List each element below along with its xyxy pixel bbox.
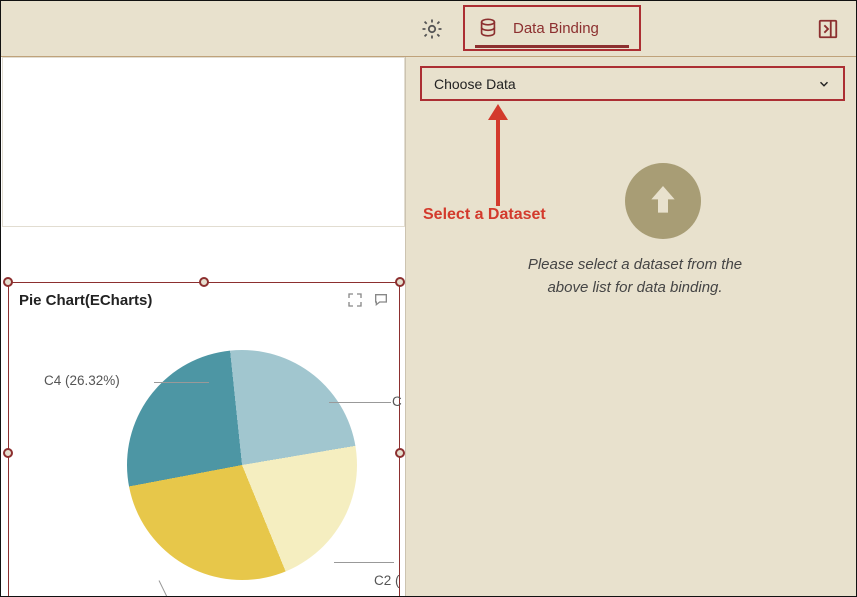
chart-widget-actions [347, 292, 389, 308]
pie-chart [116, 339, 369, 592]
pie-leader-c2 [334, 562, 394, 563]
collapse-panel-button[interactable] [812, 13, 844, 45]
annotation-arrow [495, 104, 501, 206]
maximize-icon[interactable] [347, 292, 363, 308]
canvas-placeholder-widget[interactable] [2, 57, 405, 227]
collapse-right-icon [817, 18, 839, 40]
pie-chart-widget[interactable]: Pie Chart(ECharts) [8, 282, 400, 597]
resize-handle-nw[interactable] [3, 277, 13, 287]
resize-handle-n[interactable] [199, 277, 209, 287]
tab-underline [475, 45, 629, 48]
database-icon [477, 17, 499, 39]
pie-leader-c1 [329, 402, 391, 403]
hint-line1: Please select a dataset from the [528, 256, 742, 273]
settings-button[interactable] [416, 13, 448, 45]
chart-widget-title: Pie Chart(ECharts) [19, 292, 152, 309]
pie-chart-body: C4 (26.32%) C C2 ( C3 (28.2%) [9, 317, 399, 597]
data-binding-tab-label: Data Binding [513, 20, 599, 37]
app-frame: Data Binding Pie Chart(ECharts) [0, 0, 857, 597]
pie-label-c2: C2 ( [374, 573, 400, 588]
top-toolbar: Data Binding [1, 1, 856, 57]
chevron-down-icon [817, 77, 831, 91]
pie-label-c1: C [392, 394, 402, 409]
resize-handle-ne[interactable] [395, 277, 405, 287]
pie-label-c4: C4 (26.32%) [44, 373, 120, 388]
upload-arrow-icon [643, 181, 683, 221]
chart-widget-header: Pie Chart(ECharts) [9, 283, 399, 317]
hint-line2: above list for data binding. [547, 279, 722, 296]
annotation-text: Select a Dataset [423, 206, 546, 224]
comment-icon[interactable] [373, 292, 389, 308]
upload-badge [625, 163, 701, 239]
choose-data-placeholder: Choose Data [434, 76, 516, 92]
gear-icon [420, 17, 444, 41]
data-binding-panel: Choose Data Select a Dataset Please sele… [407, 58, 857, 597]
choose-data-select[interactable]: Choose Data [420, 66, 845, 101]
canvas-area[interactable]: Pie Chart(ECharts) [1, 57, 406, 597]
data-binding-hint: Please select a dataset from the above l… [465, 254, 805, 299]
pie-leader-c4 [154, 382, 209, 383]
pie-leader-c3 [159, 580, 177, 597]
data-binding-tab[interactable]: Data Binding [463, 5, 641, 51]
